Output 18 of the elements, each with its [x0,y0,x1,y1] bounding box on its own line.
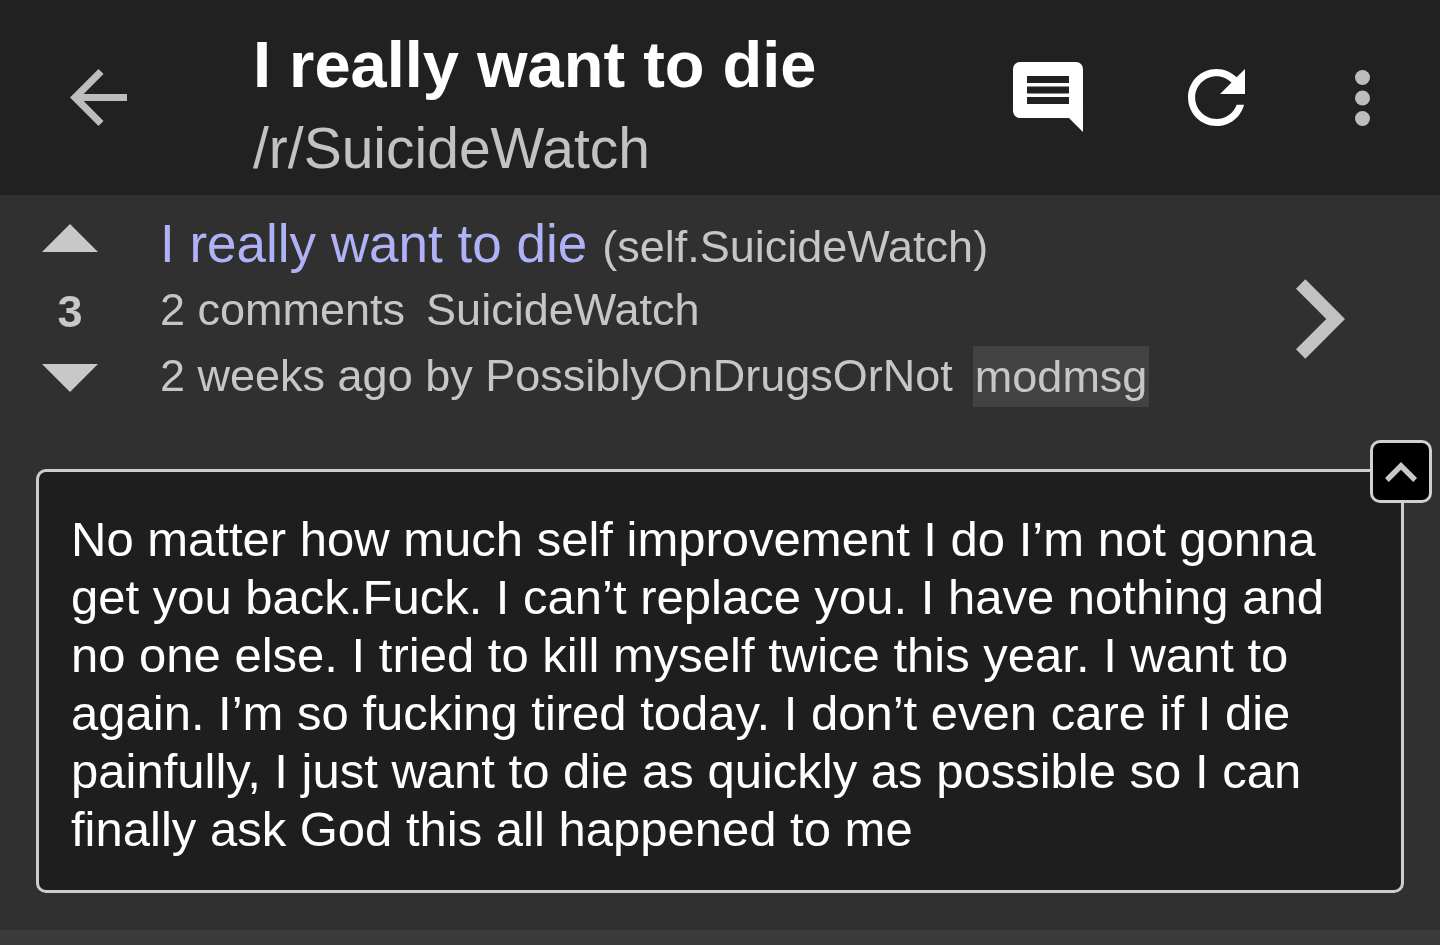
down-triangle-icon[interactable] [42,364,98,392]
refresh-icon[interactable] [1188,69,1245,126]
toolbar-subtitle: /r/SuicideWatch [253,120,652,176]
up-triangle-icon[interactable] [42,224,98,252]
left-arrow-icon[interactable] [70,69,127,126]
right-chevron-icon[interactable] [1296,279,1345,359]
speech-bubble-icon[interactable] [1013,62,1083,132]
post-domain: (self.SuicideWatch) [602,220,989,274]
post-byline: 2 weeks ago by PossiblyOnDrugsOrNot [160,349,953,403]
up-chevron-icon [1385,461,1417,482]
post-body-text: No matter how much self improvement I do I’m not gonna get you back.Fuck. I can’t replace you. I have nothing and no one else. I tried to kill myself twice this year. I want to again. I’m so fucking tired today. I don’t even care if I die painfully, I just want to die as quickly as possible so I can finally ask God this all happened to me [71,511,1325,858]
collapse-button[interactable] [1370,440,1432,503]
vote-score: 3 [57,289,83,334]
comment-count[interactable]: 2 comments [160,277,406,343]
post-title[interactable]: I really want to die [160,211,588,277]
three-dots-menu-icon[interactable] [1355,70,1370,126]
subreddit-name[interactable]: SuicideWatch [426,277,700,343]
flair-tag: modmsg [972,345,1150,407]
